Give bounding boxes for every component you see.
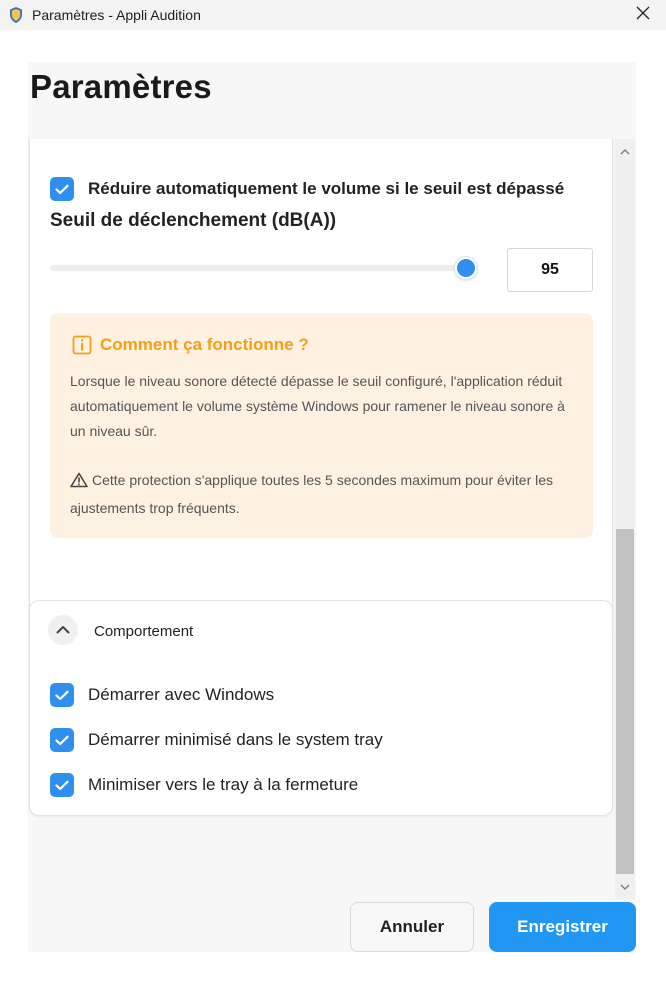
info-warning-text: Cette protection s'applique toutes les 5… [70, 472, 554, 516]
threshold-slider-fill [50, 265, 466, 271]
settings-panel: Paramètres Réduire automatiquement le vo… [28, 62, 636, 952]
settings-scroll-area[interactable]: Réduire automatiquement le volume si le … [28, 139, 636, 899]
start-with-windows-checkbox[interactable] [50, 683, 74, 707]
checkmark-icon [55, 735, 69, 745]
start-with-windows-row[interactable]: Démarrer avec Windows [50, 683, 274, 707]
settings-window: Paramètres - Appli Audition Paramètres R… [0, 0, 666, 982]
start-minimized-checkbox[interactable] [50, 728, 74, 752]
checkmark-icon [55, 780, 69, 790]
save-button[interactable]: Enregistrer [489, 902, 636, 952]
chevron-down-icon [620, 884, 630, 890]
behavior-collapse-button[interactable] [48, 615, 78, 645]
scroll-up-button[interactable] [615, 145, 635, 159]
start-minimized-row[interactable]: Démarrer minimisé dans le system tray [50, 728, 383, 752]
chevron-up-icon [56, 621, 70, 639]
chevron-up-icon [620, 149, 630, 155]
vertical-scrollbar[interactable] [615, 139, 635, 899]
threshold-slider-thumb[interactable] [454, 257, 477, 279]
minimize-to-tray-row[interactable]: Minimiser vers le tray à la fermeture [50, 773, 358, 797]
warning-icon [70, 471, 88, 496]
auto-reduce-checkbox[interactable] [50, 177, 74, 201]
info-title: Comment ça fonctionne ? [72, 335, 309, 355]
shield-icon [8, 6, 24, 24]
behavior-title: Comportement [94, 623, 194, 640]
title-bar: Paramètres - Appli Audition [0, 0, 666, 30]
auto-reduce-label: Réduire automatiquement le volume si le … [88, 179, 565, 198]
minimize-to-tray-checkbox[interactable] [50, 773, 74, 797]
info-icon [72, 335, 92, 355]
start-with-windows-label: Démarrer avec Windows [88, 685, 275, 704]
info-text: Lorsque le niveau sonore détecté dépasse… [70, 373, 565, 439]
checkmark-icon [55, 690, 69, 700]
scroll-thumb[interactable] [616, 529, 634, 874]
threshold-label: Seuil de déclenchement (dB(A)) [50, 210, 337, 231]
threshold-value-input[interactable]: 95 [507, 248, 593, 292]
auto-reduce-row[interactable]: Réduire automatiquement le volume si le … [50, 177, 564, 201]
scroll-down-button[interactable] [615, 880, 635, 894]
threshold-slider-track[interactable] [50, 265, 474, 271]
info-box: Comment ça fonctionne ? Lorsque le nivea… [50, 313, 593, 538]
close-icon [636, 6, 650, 25]
behavior-card: Comportement Démarrer avec Windows Démar… [29, 600, 613, 816]
cancel-button[interactable]: Annuler [350, 902, 474, 952]
info-warning: Cette protection s'applique toutes les 5… [70, 468, 580, 521]
start-minimized-label: Démarrer minimisé dans le system tray [88, 730, 383, 749]
checkmark-icon [55, 184, 69, 194]
minimize-to-tray-label: Minimiser vers le tray à la fermeture [88, 775, 359, 794]
info-title-text: Comment ça fonctionne ? [100, 335, 309, 354]
window-title: Paramètres - Appli Audition [32, 7, 201, 23]
page-title: Paramètres [30, 68, 212, 105]
close-button[interactable] [620, 0, 666, 30]
protection-card: Réduire automatiquement le volume si le … [29, 139, 613, 639]
